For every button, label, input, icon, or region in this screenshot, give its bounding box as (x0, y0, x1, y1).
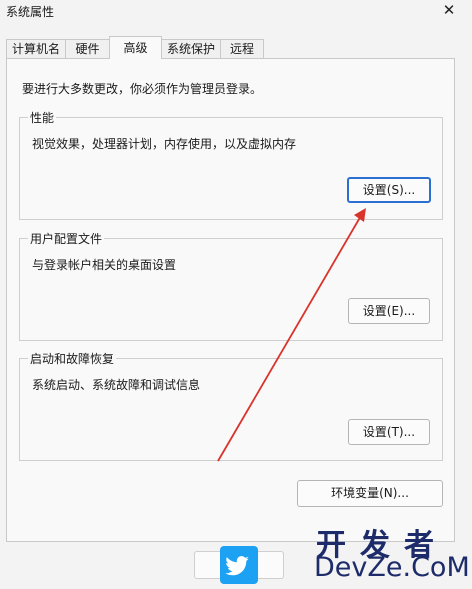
performance-settings-button[interactable]: 设置(S)... (347, 177, 431, 203)
startup-recovery-description: 系统启动、系统故障和调试信息 (32, 378, 201, 392)
tab-hardware[interactable]: 硬件 (65, 39, 110, 58)
tab-computer-name[interactable]: 计算机名 (6, 39, 66, 58)
watermark-bottom-text: DevZe.CoM (314, 552, 470, 583)
watermark: 开发者 DevZe.CoM (220, 520, 472, 589)
user-profiles-settings-button[interactable]: 设置(E)... (348, 298, 430, 324)
user-profiles-description: 与登录帐户相关的桌面设置 (32, 258, 177, 272)
startup-recovery-title: 启动和故障恢复 (28, 350, 117, 367)
twitter-bird-icon (220, 546, 258, 584)
close-icon[interactable]: ✕ (440, 1, 458, 19)
tab-advanced[interactable]: 高级 (109, 36, 162, 59)
title-bar: 系统属性 ✕ (0, 0, 472, 22)
performance-group: 性能 视觉效果，处理器计划，内存使用，以及虚拟内存 (19, 109, 443, 220)
user-profiles-title: 用户配置文件 (28, 230, 105, 247)
user-profiles-group: 用户配置文件 与登录帐户相关的桌面设置 (19, 230, 443, 341)
tab-remote[interactable]: 远程 (220, 39, 264, 58)
startup-recovery-settings-button[interactable]: 设置(T)... (348, 419, 430, 445)
performance-description: 视觉效果，处理器计划，内存使用，以及虚拟内存 (32, 137, 297, 151)
tab-system-protection[interactable]: 系统保护 (161, 39, 221, 58)
startup-recovery-group: 启动和故障恢复 系统启动、系统故障和调试信息 (19, 350, 443, 461)
admin-notice: 要进行大多数更改，你必须作为管理员登录。 (22, 82, 263, 96)
performance-title: 性能 (28, 109, 57, 126)
window-title: 系统属性 (6, 5, 55, 19)
environment-variables-button[interactable]: 环境变量(N)... (297, 480, 443, 507)
